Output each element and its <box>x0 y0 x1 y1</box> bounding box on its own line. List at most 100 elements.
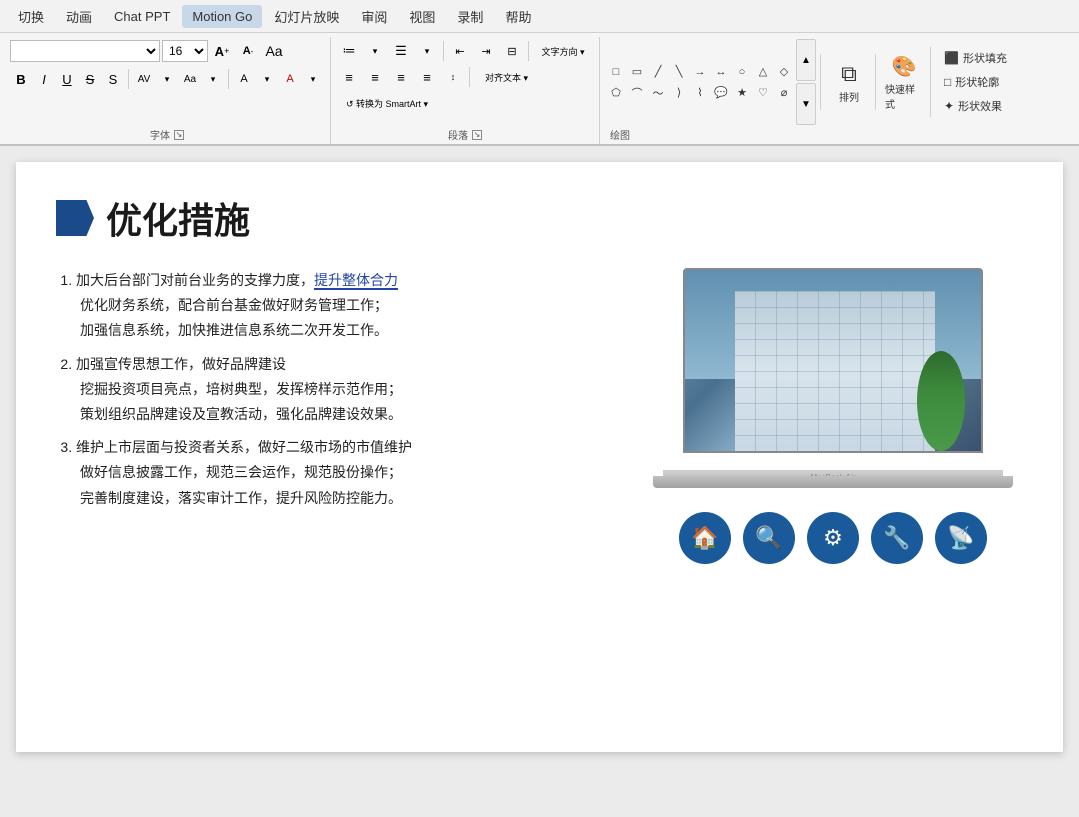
shapes-scroll-up-btn[interactable]: ▲ <box>796 39 816 81</box>
search-icon-circle[interactable]: 🔍 <box>743 512 795 564</box>
shape-fill-icon: ⬛ <box>944 51 959 65</box>
ribbon-section-drawing: □ ▭ ╱ ╲ → ↔ ○ △ ◇ ⬠ ⌒ 〜 ⟩ <box>600 37 1020 144</box>
font-size-decrease-btn[interactable]: A- <box>236 39 260 63</box>
font-color-btn[interactable]: A <box>279 68 301 90</box>
strikethrough-btn[interactable]: S <box>79 68 101 90</box>
menu-item-record[interactable]: 录制 <box>447 3 493 30</box>
shape-callout-btn[interactable]: 💬 <box>711 83 731 103</box>
font-size-select[interactable]: 16 <box>162 40 208 62</box>
shape-pent-btn[interactable]: ⬠ <box>606 83 626 103</box>
shape-chevron-btn[interactable]: ⟩ <box>669 83 689 103</box>
clear-format-btn[interactable]: Aa <box>262 39 286 63</box>
shape-diamond-btn[interactable]: ◇ <box>774 62 794 82</box>
quick-style-btn[interactable]: 🎨 快速样式 <box>882 54 926 110</box>
shape-freeform-btn[interactable]: 〜 <box>648 83 668 103</box>
shape-line2-btn[interactable]: ╲ <box>669 62 689 82</box>
item2-detail2: 策划组织品牌建设及宣教活动，强化品牌建设效果。 <box>76 402 623 427</box>
increase-indent-btn[interactable]: ⇥ <box>474 39 498 63</box>
shape-tri-btn[interactable]: △ <box>753 62 773 82</box>
bullet-list-btn[interactable]: ≔ <box>337 39 361 63</box>
quick-style-label: 快速样式 <box>885 81 923 111</box>
item3-main: 维护上市层面与投资者关系，做好二级市场的市值维护 <box>76 439 412 455</box>
para-row-1: ≔ ▾ ☰ ▾ ⇤ ⇥ ⊟ 文字方向 ▾ <box>337 39 593 63</box>
para-sep3 <box>469 67 470 87</box>
para-expand-btn[interactable]: ↘ <box>472 130 482 140</box>
list-item: 维护上市层面与投资者关系，做好二级市场的市值维护 做好信息披露工作，规范三会运作… <box>76 435 623 511</box>
drawing-section-footer: 绘图 <box>606 125 1014 144</box>
align-center-btn[interactable]: ≡ <box>363 65 387 89</box>
shape-arrow-btn[interactable]: → <box>690 62 710 82</box>
shape-misc-btn[interactable]: ⌀ <box>774 83 794 103</box>
menu-item-chatppt[interactable]: Chat PPT <box>104 5 180 28</box>
menu-item-qiehuan[interactable]: 切换 <box>8 3 54 30</box>
bullet-list-dropdown[interactable]: ▾ <box>363 39 387 63</box>
font-color-dropdown[interactable]: ▾ <box>302 68 324 90</box>
font-case-dropdown[interactable]: ▾ <box>202 68 224 90</box>
align-left-btn[interactable]: ≡ <box>337 65 361 89</box>
smartart-btn[interactable]: ↺ 转换为 SmartArt ▾ <box>337 91 437 115</box>
para-sep2 <box>528 41 529 61</box>
column-btn[interactable]: ⊟ <box>500 39 524 63</box>
home-icon-circle[interactable]: 🏠 <box>679 512 731 564</box>
numbered-list-btn[interactable]: ☰ <box>389 39 413 63</box>
shape-heart-btn[interactable]: ♡ <box>753 83 773 103</box>
shape-dbl-arrow-btn[interactable]: ↔ <box>711 62 731 82</box>
laptop-image <box>653 268 1013 488</box>
shape-fill-btn[interactable]: ⬛ 形状填充 <box>937 47 1014 69</box>
ribbon-section-font: 16 A+ A- Aa B I U S S <box>4 37 331 144</box>
tools-icon-circle[interactable]: 🔧 <box>871 512 923 564</box>
text-direction-btn[interactable]: 文字方向 ▾ <box>533 39 593 63</box>
shapes-grid: □ ▭ ╱ ╲ → ↔ ○ △ ◇ ⬠ ⌒ 〜 ⟩ <box>606 62 794 103</box>
align-justify-btn[interactable]: ≡ <box>415 65 439 89</box>
ribbon: 16 A+ A- Aa B I U S S <box>0 33 1079 146</box>
bold-btn[interactable]: B <box>10 68 32 90</box>
font-name-select[interactable] <box>10 40 160 62</box>
shape-rect-btn[interactable]: □ <box>606 62 626 82</box>
header-arrow-icon <box>56 200 94 236</box>
menu-item-review[interactable]: 审阅 <box>351 3 397 30</box>
icon-circles-row: 🏠 🔍 ⚙ 🔧 📡 <box>679 512 987 564</box>
font-size-increase-btn[interactable]: A+ <box>210 39 234 63</box>
slide[interactable]: 优化措施 加大后台部门对前台业务的支撑力度，提升整体合力 优化财务系统，配合前台… <box>16 162 1063 752</box>
line-spacing-btn[interactable]: ↕ <box>441 65 465 89</box>
menu-item-view[interactable]: 视图 <box>399 3 445 30</box>
settings-icon-circle[interactable]: ⚙ <box>807 512 859 564</box>
shape-effect-btn[interactable]: ✦ 形状效果 <box>937 95 1014 117</box>
shape-outline-btn[interactable]: □ 形状轮廓 <box>937 71 1014 93</box>
rss-icon-circle[interactable]: 📡 <box>935 512 987 564</box>
shadow-btn[interactable]: S <box>102 68 124 90</box>
char-spacing-dropdown[interactable]: ▾ <box>156 68 178 90</box>
align-right-btn[interactable]: ≡ <box>389 65 413 89</box>
slide-content: 加大后台部门对前台业务的支撑力度，提升整体合力 优化财务系统，配合前台基金做好财… <box>56 268 1023 564</box>
italic-btn[interactable]: I <box>33 68 55 90</box>
item1-detail2: 加强信息系统，加快推进信息系统二次开发工作。 <box>76 318 623 343</box>
font-expand-btn[interactable]: ↘ <box>174 130 184 140</box>
slide-text-area: 加大后台部门对前台业务的支撑力度，提升整体合力 优化财务系统，配合前台基金做好财… <box>56 268 623 564</box>
menu-item-donghua[interactable]: 动画 <box>56 3 102 30</box>
separator2 <box>228 69 229 89</box>
highlight-dropdown[interactable]: ▾ <box>256 68 278 90</box>
shape-oval-btn[interactable]: ○ <box>732 62 752 82</box>
shape-outline-label: 形状轮廓 <box>955 74 999 90</box>
shape-line-btn[interactable]: ╱ <box>648 62 668 82</box>
numbered-list-dropdown[interactable]: ▾ <box>415 39 439 63</box>
char-spacing-btn[interactable]: AV <box>133 68 155 90</box>
shape-options-panel: ⬛ 形状填充 □ 形状轮廓 ✦ 形状效果 <box>930 47 1014 117</box>
underline-btn[interactable]: U <box>56 68 78 90</box>
highlight-btn[interactable]: A <box>233 68 255 90</box>
arrange-label: 排列 <box>839 89 859 104</box>
shapes-scroll-down-btn[interactable]: ▼ <box>796 83 816 125</box>
menu-item-slideshow[interactable]: 幻灯片放映 <box>264 3 349 30</box>
shape-rect2-btn[interactable]: ▭ <box>627 62 647 82</box>
decrease-indent-btn[interactable]: ⇤ <box>448 39 472 63</box>
shape-curve-btn[interactable]: ⌒ <box>627 83 647 103</box>
menu-item-help[interactable]: 帮助 <box>495 3 541 30</box>
slide-right-panel: 🏠 🔍 ⚙ 🔧 📡 <box>643 268 1023 564</box>
align-text-btn[interactable]: 对齐文本 ▾ <box>474 65 539 89</box>
menu-item-motiongo[interactable]: Motion Go <box>182 5 262 28</box>
shape-bracket-btn[interactable]: ⌇ <box>690 83 710 103</box>
arrange-btn[interactable]: ⧉ 排列 <box>827 54 871 110</box>
font-case-btn[interactable]: Aa <box>179 68 201 90</box>
shape-star-btn[interactable]: ★ <box>732 83 752 103</box>
laptop-base <box>653 476 1013 488</box>
